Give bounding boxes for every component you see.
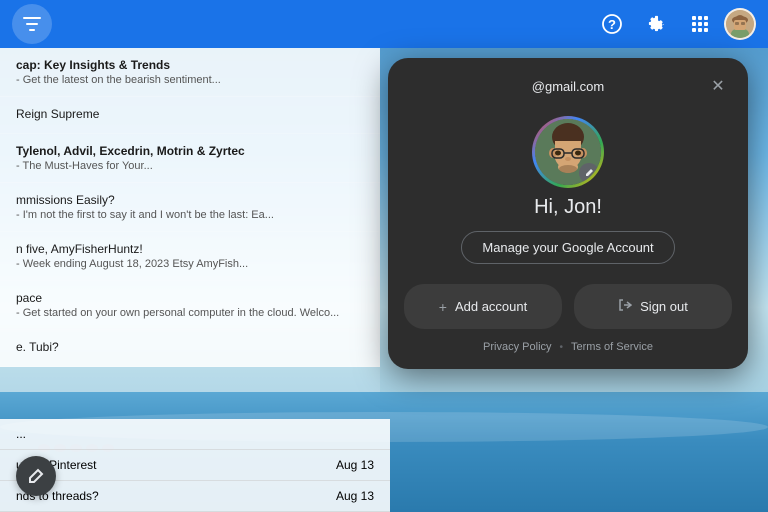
bottom-email-area: ... uff on Pinterest Aug 13 nds to threa… bbox=[0, 419, 390, 512]
email-sender: cap: Key Insights & Trends bbox=[16, 58, 364, 72]
apps-button[interactable] bbox=[680, 4, 720, 44]
popup-header: @gmail.com ✕ bbox=[388, 58, 748, 108]
add-account-button[interactable]: + Add account bbox=[404, 284, 562, 329]
account-popup: @gmail.com ✕ bbox=[388, 58, 748, 369]
top-bar-right: ? bbox=[592, 4, 756, 44]
email-row: ... bbox=[16, 427, 374, 441]
popup-body: Hi, Jon! Manage your Google Account bbox=[388, 108, 748, 280]
email-sender: pace bbox=[16, 291, 364, 305]
add-account-label: Add account bbox=[455, 299, 527, 314]
email-date: Aug 13 bbox=[336, 489, 374, 503]
list-item[interactable]: uff on Pinterest Aug 13 bbox=[0, 450, 390, 481]
add-icon: + bbox=[439, 299, 447, 315]
email-sender: Reign Supreme bbox=[16, 107, 364, 121]
edit-badge bbox=[579, 163, 599, 183]
footer-separator: • bbox=[560, 342, 564, 353]
popup-footer: Privacy Policy • Terms of Service bbox=[388, 329, 748, 353]
svg-text:?: ? bbox=[608, 17, 616, 32]
list-item[interactable]: cap: Key Insights & Trends - Get the lat… bbox=[0, 48, 380, 97]
email-row: nds to threads? Aug 13 bbox=[16, 489, 374, 503]
list-item[interactable]: nds to threads? Aug 13 bbox=[0, 481, 390, 512]
list-item[interactable]: ... bbox=[0, 419, 390, 450]
greeting-text: Hi, Jon! bbox=[534, 196, 602, 219]
manage-account-button[interactable]: Manage your Google Account bbox=[461, 231, 674, 264]
close-icon: ✕ bbox=[711, 76, 724, 96]
settings-button[interactable] bbox=[636, 4, 676, 44]
compose-button[interactable] bbox=[16, 456, 56, 496]
popup-close-button[interactable]: ✕ bbox=[704, 72, 732, 100]
list-item[interactable]: Tylenol, Advil, Excedrin, Motrin & Zyrte… bbox=[0, 134, 380, 183]
user-avatar bbox=[532, 116, 604, 188]
signout-icon bbox=[618, 298, 632, 315]
sign-out-button[interactable]: Sign out bbox=[574, 284, 732, 329]
popup-email: @gmail.com bbox=[432, 79, 704, 94]
email-preview: - Week ending August 18, 2023 Etsy AmyFi… bbox=[16, 258, 364, 270]
list-item[interactable]: mmissions Easily? - I'm not the first to… bbox=[0, 183, 380, 232]
terms-link[interactable]: Terms of Service bbox=[571, 341, 653, 353]
email-sender: mmissions Easily? bbox=[16, 193, 364, 207]
email-row: uff on Pinterest Aug 13 bbox=[16, 458, 374, 472]
privacy-policy-link[interactable]: Privacy Policy bbox=[483, 341, 551, 353]
list-item[interactable]: n five, AmyFisherHuntz! - Week ending Au… bbox=[0, 232, 380, 281]
user-avatar-topbar[interactable] bbox=[724, 8, 756, 40]
email-date: Aug 13 bbox=[336, 458, 374, 472]
sign-out-label: Sign out bbox=[640, 299, 688, 314]
email-sender-text: ... bbox=[16, 427, 26, 441]
email-preview: - I'm not the first to say it and I won'… bbox=[16, 209, 364, 221]
email-sender: Tylenol, Advil, Excedrin, Motrin & Zyrte… bbox=[16, 144, 364, 158]
email-sender: n five, AmyFisherHuntz! bbox=[16, 242, 364, 256]
list-item[interactable]: Reign Supreme bbox=[0, 97, 380, 134]
manage-account-label: Manage your Google Account bbox=[482, 240, 653, 255]
email-preview: - Get the latest on the bearish sentimen… bbox=[16, 74, 364, 86]
email-preview: - The Must-Haves for Your... bbox=[16, 160, 364, 172]
popup-actions: + Add account Sign out bbox=[388, 284, 748, 329]
filter-button[interactable] bbox=[12, 4, 52, 44]
help-button[interactable]: ? bbox=[592, 4, 632, 44]
top-bar-left bbox=[12, 4, 52, 44]
top-bar: ? bbox=[0, 0, 768, 48]
